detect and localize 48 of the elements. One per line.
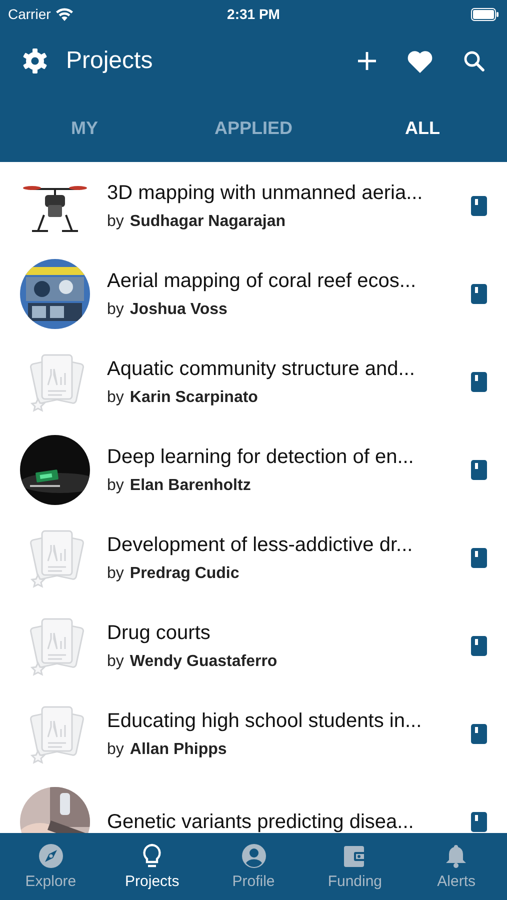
- by-label: by: [107, 212, 124, 230]
- carrier-label: Carrier: [8, 6, 51, 22]
- tab-bar-item[interactable]: Projects: [101, 833, 203, 900]
- book-icon: [471, 372, 487, 392]
- author-name: Allan Phipps: [130, 740, 227, 758]
- project-title[interactable]: 3D mapping with unmanned aeria...: [107, 182, 461, 204]
- author-name: Joshua Voss: [130, 300, 228, 318]
- project-title[interactable]: Development of less-addictive dr...: [107, 534, 461, 556]
- by-label: by: [107, 740, 124, 758]
- author-name: Predrag Cudic: [130, 564, 240, 582]
- author-name: Wendy Guastaferro: [130, 652, 278, 670]
- author-name: Sudhagar Nagarajan: [130, 212, 286, 230]
- by-label: by: [107, 476, 124, 494]
- book-icon: [471, 196, 487, 216]
- by-label: by: [107, 388, 124, 406]
- project-title[interactable]: Deep learning for detection of en...: [107, 446, 461, 468]
- tab[interactable]: ALL: [338, 110, 507, 146]
- project-title[interactable]: Drug courts: [107, 622, 461, 644]
- settings-icon[interactable]: [22, 48, 48, 74]
- screen-title: Projects: [66, 47, 154, 75]
- project-title[interactable]: Aerial mapping of coral reef ecos...: [107, 270, 461, 292]
- wifi-icon: [56, 8, 73, 20]
- book-icon: [471, 284, 487, 304]
- book-icon: [471, 724, 487, 744]
- tab-bar-item[interactable]: Funding: [304, 833, 406, 900]
- status-time: 2:31 PM: [227, 6, 280, 22]
- search-icon[interactable]: [463, 50, 485, 72]
- tab-bar-item[interactable]: Explore: [0, 833, 102, 900]
- project-title[interactable]: Aquatic community structure and...: [107, 358, 461, 380]
- tab-bar-item[interactable]: Alerts: [406, 833, 507, 900]
- by-label: by: [107, 300, 124, 318]
- book-icon: [471, 460, 487, 480]
- tab[interactable]: MY: [0, 110, 169, 146]
- battery-icon: [471, 8, 499, 20]
- heart-icon[interactable]: [407, 50, 433, 72]
- compass-icon: [38, 843, 64, 869]
- add-icon[interactable]: [357, 51, 377, 71]
- tab[interactable]: APPLIED: [169, 110, 338, 146]
- by-label: by: [107, 652, 124, 670]
- author-name: Elan Barenholtz: [130, 476, 251, 494]
- author-name: Karin Scarpinato: [130, 388, 258, 406]
- profile-icon: [240, 843, 267, 869]
- project-title[interactable]: Genetic variants predicting disea...: [107, 810, 461, 833]
- tab-bar-item[interactable]: Profile: [202, 833, 304, 900]
- by-label: by: [107, 564, 124, 582]
- book-icon: [471, 636, 487, 656]
- book-icon: [471, 548, 487, 568]
- project-title[interactable]: Educating high school students in...: [107, 710, 461, 732]
